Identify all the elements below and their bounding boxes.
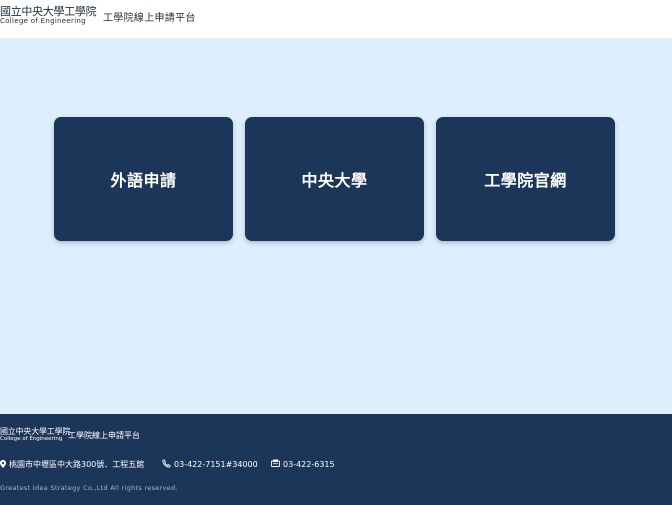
footer-phone[interactable]: 03-422-7151#34000 <box>162 459 258 470</box>
ncu-card[interactable]: 中央大學 <box>245 117 424 241</box>
logo-english-text: College of Engineering <box>0 17 86 25</box>
college-website-card[interactable]: 工學院官網 <box>436 117 615 241</box>
fax-icon <box>271 459 280 469</box>
map-pin-icon <box>0 459 6 470</box>
site-footer: 國立中央大學工學院 College of Engineering 工學院線上申請… <box>0 414 672 505</box>
card-label: 外語申請 <box>110 171 177 190</box>
main-content: 外語申請 中央大學 工學院官網 <box>0 38 672 414</box>
footer-address-text: 桃園市中壢區中大路300號．工程五館 <box>9 460 145 469</box>
footer-copyright: Greatest Idea Strategy Co.,Ltd All right… <box>0 484 178 492</box>
college-logo[interactable]: 國立中央大學工學院 College of Engineering <box>0 3 97 25</box>
footer-fax-text: 03-422-6315 <box>283 459 335 469</box>
footer-logo[interactable]: 國立中央大學工學院 College of Engineering <box>0 426 70 446</box>
card-label: 中央大學 <box>301 171 368 190</box>
footer-fax: 03-422-6315 <box>271 459 335 469</box>
footer-address: 桃園市中壢區中大路300號．工程五館 <box>0 459 144 470</box>
phone-icon <box>162 459 171 470</box>
footer-phone-text: 03-422-7151#34000 <box>174 460 258 469</box>
site-title[interactable]: 工學院線上申請平台 <box>103 9 196 24</box>
footer-site-title: 工學院線上申請平台 <box>68 431 140 440</box>
foreign-language-application-card[interactable]: 外語申請 <box>54 117 233 241</box>
card-label: 工學院官網 <box>484 171 567 190</box>
site-header: 國立中央大學工學院 College of Engineering 工學院線上申請… <box>0 0 672 38</box>
footer-logo-english-text: College of Engineering <box>0 436 63 442</box>
